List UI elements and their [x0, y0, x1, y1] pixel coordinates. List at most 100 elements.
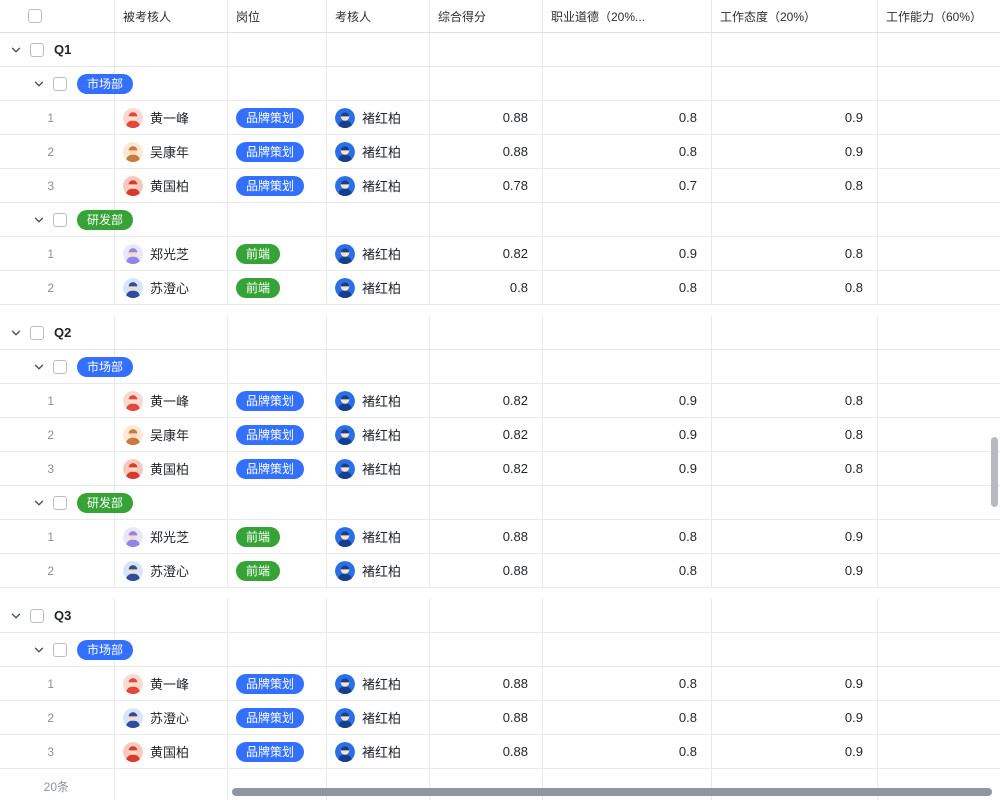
row-index-cell[interactable]: 1: [0, 384, 115, 417]
score-cell[interactable]: 0.8: [430, 271, 543, 304]
subgroup-checkbox[interactable]: [53, 77, 67, 91]
person-cell[interactable]: 黄国柏: [115, 169, 228, 202]
score-cell[interactable]: 0.82: [430, 237, 543, 270]
position-cell[interactable]: 品牌策划: [228, 169, 327, 202]
assessor-cell[interactable]: 褚红柏: [327, 135, 430, 168]
assessor-cell[interactable]: 褚红柏: [327, 384, 430, 417]
assessor-cell[interactable]: 褚红柏: [327, 237, 430, 270]
group-checkbox[interactable]: [30, 609, 44, 623]
ability-cell[interactable]: [878, 735, 1000, 768]
ethics-cell[interactable]: 0.7: [543, 169, 712, 202]
attitude-cell[interactable]: 0.8: [712, 452, 878, 485]
person-cell[interactable]: 吴康年: [115, 135, 228, 168]
score-cell[interactable]: 0.88: [430, 101, 543, 134]
subgroup-header-cell[interactable]: 市场部: [0, 350, 115, 383]
person-cell[interactable]: 黄国柏: [115, 452, 228, 485]
row-index-cell[interactable]: 1: [0, 520, 115, 553]
score-cell[interactable]: 0.88: [430, 135, 543, 168]
attitude-cell[interactable]: 0.9: [712, 135, 878, 168]
position-cell[interactable]: 品牌策划: [228, 418, 327, 451]
ability-cell[interactable]: [878, 554, 1000, 587]
ability-cell[interactable]: [878, 701, 1000, 734]
attitude-cell[interactable]: 0.9: [712, 101, 878, 134]
position-cell[interactable]: 品牌策划: [228, 735, 327, 768]
assessor-cell[interactable]: 褚红柏: [327, 735, 430, 768]
ethics-cell[interactable]: 0.8: [543, 667, 712, 700]
position-cell[interactable]: 品牌策划: [228, 384, 327, 417]
chevron-down-icon[interactable]: [33, 78, 45, 90]
position-cell[interactable]: 品牌策划: [228, 101, 327, 134]
position-cell[interactable]: 品牌策划: [228, 701, 327, 734]
ability-cell[interactable]: [878, 101, 1000, 134]
person-cell[interactable]: 苏澄心: [115, 701, 228, 734]
person-cell[interactable]: 苏澄心: [115, 271, 228, 304]
ability-cell[interactable]: [878, 169, 1000, 202]
score-cell[interactable]: 0.88: [430, 735, 543, 768]
assessor-cell[interactable]: 褚红柏: [327, 418, 430, 451]
row-index-cell[interactable]: 3: [0, 452, 115, 485]
subgroup-checkbox[interactable]: [53, 496, 67, 510]
person-cell[interactable]: 黄一峰: [115, 667, 228, 700]
position-cell[interactable]: 品牌策划: [228, 452, 327, 485]
subgroup-header-cell[interactable]: 市场部: [0, 633, 115, 666]
attitude-cell[interactable]: 0.9: [712, 701, 878, 734]
assessor-cell[interactable]: 褚红柏: [327, 101, 430, 134]
group-header-cell[interactable]: Q1: [0, 33, 115, 66]
row-index-cell[interactable]: 1: [0, 101, 115, 134]
position-cell[interactable]: 前端: [228, 237, 327, 270]
position-cell[interactable]: 前端: [228, 554, 327, 587]
attitude-cell[interactable]: 0.8: [712, 271, 878, 304]
ability-cell[interactable]: [878, 384, 1000, 417]
subgroup-checkbox[interactable]: [53, 213, 67, 227]
ability-cell[interactable]: [878, 667, 1000, 700]
ethics-cell[interactable]: 0.8: [543, 101, 712, 134]
chevron-down-icon[interactable]: [33, 497, 45, 509]
position-cell[interactable]: 品牌策划: [228, 667, 327, 700]
score-cell[interactable]: 0.82: [430, 384, 543, 417]
column-header[interactable]: 岗位: [228, 0, 327, 32]
row-index-cell[interactable]: 2: [0, 701, 115, 734]
subgroup-checkbox[interactable]: [53, 360, 67, 374]
attitude-cell[interactable]: 0.9: [712, 735, 878, 768]
chevron-down-icon[interactable]: [33, 361, 45, 373]
ability-cell[interactable]: [878, 520, 1000, 553]
assessor-cell[interactable]: 褚红柏: [327, 169, 430, 202]
row-index-cell[interactable]: 1: [0, 237, 115, 270]
subgroup-header-cell[interactable]: 研发部: [0, 486, 115, 519]
column-header[interactable]: 被考核人: [115, 0, 228, 32]
assessor-cell[interactable]: 褚红柏: [327, 452, 430, 485]
score-cell[interactable]: 0.82: [430, 418, 543, 451]
chevron-down-icon[interactable]: [10, 44, 22, 56]
subgroup-checkbox[interactable]: [53, 643, 67, 657]
ethics-cell[interactable]: 0.9: [543, 384, 712, 417]
attitude-cell[interactable]: 0.8: [712, 384, 878, 417]
chevron-down-icon[interactable]: [33, 214, 45, 226]
score-cell[interactable]: 0.88: [430, 554, 543, 587]
ethics-cell[interactable]: 0.8: [543, 554, 712, 587]
vertical-scrollbar[interactable]: [991, 437, 998, 507]
ability-cell[interactable]: [878, 271, 1000, 304]
person-cell[interactable]: 郑光芝: [115, 520, 228, 553]
position-cell[interactable]: 品牌策划: [228, 135, 327, 168]
row-index-cell[interactable]: 2: [0, 271, 115, 304]
score-cell[interactable]: 0.88: [430, 667, 543, 700]
person-cell[interactable]: 苏澄心: [115, 554, 228, 587]
ability-cell[interactable]: [878, 237, 1000, 270]
column-header[interactable]: 工作态度（20%）: [712, 0, 878, 32]
person-cell[interactable]: 黄一峰: [115, 384, 228, 417]
ethics-cell[interactable]: 0.8: [543, 735, 712, 768]
row-index-cell[interactable]: 2: [0, 418, 115, 451]
row-index-cell[interactable]: 3: [0, 735, 115, 768]
select-all-checkbox[interactable]: [28, 9, 42, 23]
ethics-cell[interactable]: 0.8: [543, 520, 712, 553]
row-index-cell[interactable]: 2: [0, 135, 115, 168]
ethics-cell[interactable]: 0.8: [543, 135, 712, 168]
ethics-cell[interactable]: 0.9: [543, 418, 712, 451]
subgroup-header-cell[interactable]: 市场部: [0, 67, 115, 100]
column-header[interactable]: 综合得分: [430, 0, 543, 32]
position-cell[interactable]: 前端: [228, 271, 327, 304]
column-header[interactable]: 工作能力（60%）: [878, 0, 1000, 32]
assessor-cell[interactable]: 褚红柏: [327, 520, 430, 553]
ability-cell[interactable]: [878, 135, 1000, 168]
attitude-cell[interactable]: 0.8: [712, 237, 878, 270]
